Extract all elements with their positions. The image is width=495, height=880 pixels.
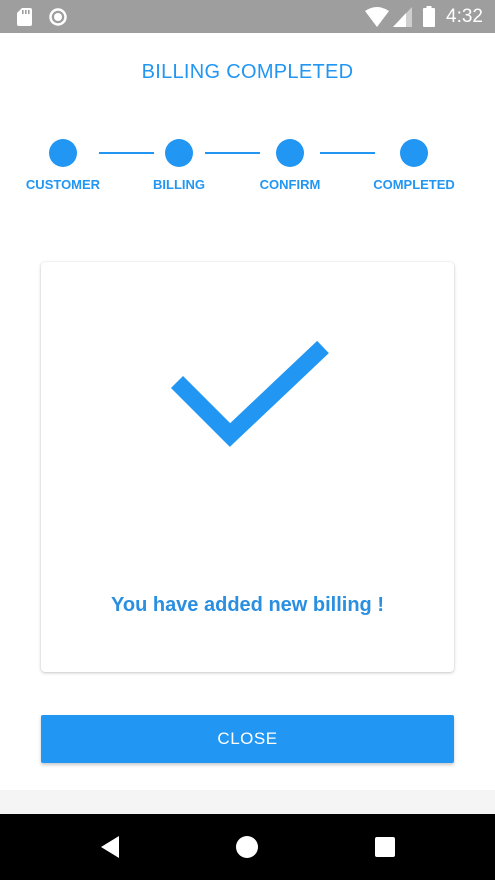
navigation-bar xyxy=(0,814,495,880)
recents-icon[interactable] xyxy=(373,835,397,859)
record-icon xyxy=(49,8,67,26)
status-bar: 4:32 xyxy=(0,0,495,33)
step-billing: BILLING xyxy=(119,138,239,193)
step-confirm: CONFIRM xyxy=(230,138,350,193)
bottom-strip xyxy=(0,790,495,814)
step-dot xyxy=(400,139,428,167)
step-customer: CUSTOMER xyxy=(3,138,123,193)
step-label: COMPLETED xyxy=(373,177,455,192)
close-button[interactable]: CLOSE xyxy=(41,715,454,763)
back-icon[interactable] xyxy=(99,835,123,859)
signal-icon xyxy=(393,7,412,27)
success-card: You have added new billing ! xyxy=(41,262,454,672)
status-clock: 4:32 xyxy=(446,6,483,27)
success-message: You have added new billing ! xyxy=(111,594,384,616)
page-title: BILLING COMPLETED xyxy=(141,61,354,83)
wifi-icon xyxy=(365,7,389,27)
step-dot xyxy=(276,139,304,167)
battery-icon xyxy=(423,6,435,27)
step-dot xyxy=(165,139,193,167)
step-label: CUSTOMER xyxy=(25,177,101,192)
progress-stepper: CUSTOMER BILLING CONFIRM COMPLETED xyxy=(0,138,495,198)
home-icon[interactable] xyxy=(235,835,259,859)
checkmark-icon xyxy=(170,340,329,447)
sd-card-icon xyxy=(17,8,32,26)
step-label: CONFIRM xyxy=(259,177,321,192)
step-label: BILLING xyxy=(153,177,205,192)
step-completed: COMPLETED xyxy=(354,138,474,193)
step-dot xyxy=(49,139,77,167)
